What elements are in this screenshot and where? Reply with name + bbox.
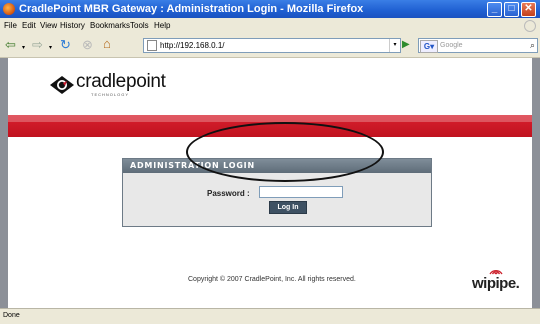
wipipe-logo: wipipe. (472, 266, 528, 292)
throbber-icon (524, 20, 536, 32)
minimize-button[interactable]: _ (487, 2, 502, 17)
forward-icon[interactable]: ⇨ (32, 38, 43, 52)
forward-dropdown-icon[interactable]: ▾ (49, 41, 52, 55)
stop-icon[interactable]: ⊗ (82, 38, 93, 52)
wipipe-wordmark: wipipe. (472, 275, 520, 292)
menu-edit[interactable]: Edit (22, 21, 36, 30)
wifi-signal-icon (489, 270, 503, 275)
url-text: http://192.168.0.1/ (160, 41, 225, 50)
search-box[interactable]: G▾ Google ⌕ (418, 38, 538, 53)
menu-bar: File Edit View History Bookmarks Tools H… (0, 18, 540, 33)
go-icon[interactable]: ▶ (402, 38, 414, 51)
back-dropdown-icon[interactable]: ▾ (22, 41, 25, 55)
url-bar[interactable]: http://192.168.0.1/ ▾ (143, 38, 401, 53)
login-button[interactable]: Log In (269, 201, 307, 214)
brand-wordmark: cradlepoint (76, 71, 166, 92)
page-icon (147, 40, 157, 51)
page-content: cradlepoint TECHNOLOGY ADMINISTRATION LO… (8, 58, 532, 308)
highlight-ellipse (186, 122, 384, 182)
page-right-edge (532, 58, 540, 308)
page-left-edge (0, 58, 8, 308)
password-label: Password : (207, 189, 250, 198)
status-text: Done (3, 312, 20, 319)
reload-icon[interactable]: ↻ (60, 38, 71, 52)
google-engine-icon[interactable]: G▾ (420, 40, 438, 53)
home-icon[interactable]: ⌂ (103, 37, 111, 51)
copyright-text: Copyright © 2007 CradlePoint, Inc. All r… (188, 276, 356, 283)
back-icon[interactable]: ⇦ (5, 38, 16, 52)
url-dropdown-icon[interactable]: ▾ (389, 39, 400, 52)
window-title: CradlePoint MBR Gateway : Administration… (19, 3, 364, 15)
password-field[interactable] (259, 186, 343, 198)
menu-history[interactable]: History (60, 21, 85, 30)
search-icon[interactable]: ⌕ (530, 39, 535, 52)
search-placeholder: Google (440, 42, 463, 49)
browser-window: CradlePoint MBR Gateway : Administration… (0, 0, 540, 324)
menu-tools[interactable]: Tools (130, 21, 149, 30)
cradlepoint-mark-icon (50, 76, 74, 94)
title-bar[interactable]: CradlePoint MBR Gateway : Administration… (0, 0, 540, 18)
firefox-icon (3, 3, 15, 15)
navigation-toolbar: ⇦ ▾ ⇨ ▾ ↻ ⊗ ⌂ http://192.168.0.1/ ▾ ▶ G▾… (0, 33, 540, 58)
menu-bookmarks[interactable]: Bookmarks (90, 21, 130, 30)
close-button[interactable]: ✕ (521, 2, 536, 17)
status-bar: Done (0, 308, 540, 324)
brand-tagline: TECHNOLOGY (91, 92, 130, 97)
menu-file[interactable]: File (4, 21, 17, 30)
menu-view[interactable]: View (40, 21, 57, 30)
maximize-button[interactable]: □ (504, 2, 519, 17)
menu-help[interactable]: Help (154, 21, 170, 30)
